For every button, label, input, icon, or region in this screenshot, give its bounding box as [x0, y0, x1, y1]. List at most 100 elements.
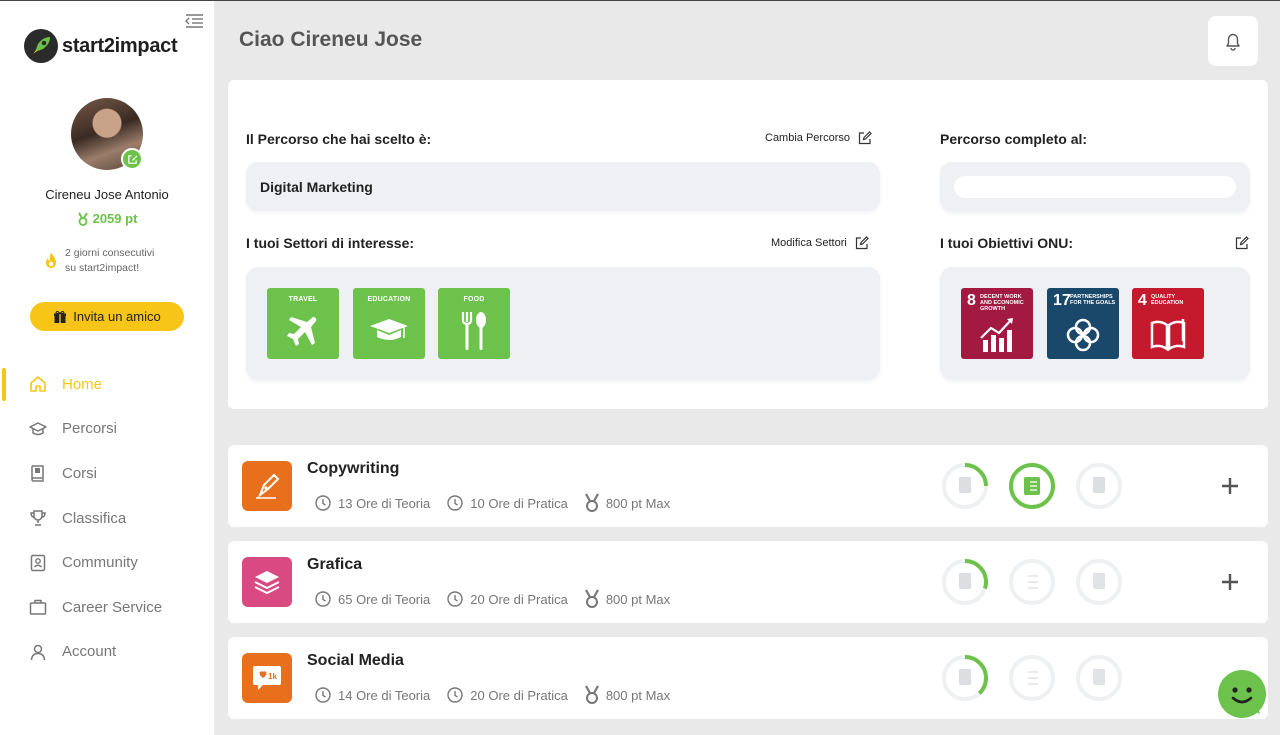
theory-hours: 13 Ore di Teoria: [338, 495, 431, 511]
mortarboard-icon: [353, 306, 425, 356]
avatar[interactable]: [71, 98, 143, 170]
nav-label-career-service: Career Service: [62, 598, 163, 616]
user-name: Cireneu Jose Antonio: [45, 187, 169, 202]
nav-label-corsi: Corsi: [62, 464, 98, 482]
expand-plus-icon[interactable]: [1218, 570, 1242, 594]
final-progress-ring: [1076, 559, 1122, 605]
nav-label-percorsi: Percorsi: [62, 420, 118, 438]
progress-box: [940, 162, 1250, 212]
theory-progress-ring: [942, 559, 988, 605]
course-title: Grafica: [307, 556, 363, 573]
page-title: Ciao Cireneu Jose: [239, 28, 423, 51]
practice-progress-ring: [1009, 655, 1055, 701]
medal-icon: [584, 589, 599, 608]
course-card-grafica[interactable]: Grafica 65 Ore di Teoria 20 Ore di Prati…: [228, 541, 1268, 623]
svg-text:1k: 1k: [268, 672, 277, 681]
sdg-number: 8: [967, 292, 976, 309]
streak-line-2: su start2impact!: [65, 262, 140, 274]
like-bubble-icon: 1k: [242, 653, 292, 703]
sector-tile-education: EDUCATION: [353, 288, 425, 359]
nav-label-classifica: Classifica: [62, 509, 127, 527]
sdg-tile-17: 17 PARTNERSHIPS FOR THE GOALS: [1047, 288, 1119, 359]
change-path-button[interactable]: Cambia Percorso: [765, 131, 872, 145]
nav-item-corsi[interactable]: Corsi: [0, 451, 214, 496]
clock-icon: [315, 591, 331, 607]
community-badge-icon: [28, 553, 48, 573]
gift-icon: [54, 310, 67, 323]
nav-item-account[interactable]: Account: [0, 630, 214, 675]
sector-tile-food: FOOD: [438, 288, 510, 359]
profile-card: Il Percorso che hai scelto è: Cambia Per…: [228, 80, 1268, 409]
edit-sectors-label: Modifica Settori: [771, 237, 847, 249]
clock-icon: [315, 687, 331, 703]
edit-icon: [1235, 236, 1249, 250]
invite-friend-button[interactable]: Invita un amico: [30, 302, 184, 331]
sectors-label: I tuoi Settori di interesse:: [246, 235, 415, 251]
notifications-button[interactable]: [1208, 16, 1258, 66]
chat-support-button[interactable]: [1218, 670, 1266, 718]
points-value: 2059 pt: [92, 211, 138, 226]
sdg-number: 17: [1053, 292, 1071, 309]
sector-label: FOOD: [463, 296, 485, 303]
sectors-box: TRAVEL EDUCATION FOOD: [246, 267, 880, 380]
streak-info: 2 giorni consecutivi su start2impact!: [43, 246, 183, 276]
max-points: 800 pt Max: [605, 687, 671, 703]
open-book-icon: [1132, 310, 1204, 360]
path-value: Digital Marketing: [260, 179, 373, 195]
logo[interactable]: start2impact: [24, 29, 178, 63]
clock-icon: [447, 495, 463, 511]
clock-icon: [447, 687, 463, 703]
theory-hours: 65 Ore di Teoria: [338, 591, 431, 607]
edit-icon: [855, 236, 869, 250]
main-nav: Home Percorsi Corsi Classifica Community…: [0, 362, 214, 674]
rocket-logo-icon: [24, 29, 58, 63]
growth-chart-icon: [961, 310, 1033, 360]
sdg-tile-4: 4 QUALITY EDUCATION: [1132, 288, 1204, 359]
medal-icon: [584, 685, 599, 704]
max-points: 800 pt Max: [605, 591, 671, 607]
user-points: 2059 pt: [0, 211, 214, 226]
graduation-cap-icon: [28, 419, 48, 439]
layers-icon: [242, 557, 292, 607]
sector-tile-travel: TRAVEL: [267, 288, 339, 359]
course-card-social-media[interactable]: 1k Social Media 14 Ore di Teoria 20 Ore …: [228, 637, 1268, 719]
sdg-text: QUALITY EDUCATION: [1151, 294, 1184, 306]
theory-hours: 14 Ore di Teoria: [338, 687, 431, 703]
edit-avatar-icon[interactable]: [121, 148, 143, 170]
nav-label-community: Community: [62, 554, 138, 572]
complete-label: Percorso completo al:: [940, 131, 1088, 147]
course-meta: 65 Ore di Teoria 20 Ore di Pratica 800 p…: [314, 589, 670, 609]
expand-plus-icon[interactable]: [1218, 474, 1242, 498]
nav-item-percorsi[interactable]: Percorsi: [0, 407, 214, 452]
nav-item-community[interactable]: Community: [0, 540, 214, 585]
nav-item-classifica[interactable]: Classifica: [0, 496, 214, 541]
logo-text: start2impact: [62, 34, 178, 57]
theory-progress-ring: [942, 655, 988, 701]
course-meta: 14 Ore di Teoria 20 Ore di Pratica 800 p…: [314, 685, 670, 705]
theory-progress-ring: [942, 463, 988, 509]
medal-icon: [77, 211, 88, 226]
nav-item-career-service[interactable]: Career Service: [0, 585, 214, 630]
home-icon: [28, 374, 48, 394]
collapse-sidebar-icon[interactable]: [184, 13, 204, 29]
user-icon: [28, 642, 48, 662]
final-progress-ring: [1076, 463, 1122, 509]
nav-label-account: Account: [62, 643, 117, 661]
course-card-copywriting[interactable]: Copywriting 13 Ore di Teoria 10 Ore di P…: [228, 445, 1268, 527]
edit-sectors-button[interactable]: Modifica Settori: [771, 236, 869, 250]
edit-icon: [858, 131, 872, 145]
nav-item-home[interactable]: Home: [0, 362, 214, 407]
course-title: Copywriting: [307, 460, 400, 477]
sector-label: EDUCATION: [367, 296, 411, 303]
invite-friend-label: Invita un amico: [73, 309, 161, 324]
sdg-text: PARTNERSHIPS FOR THE GOALS: [1070, 294, 1116, 306]
edit-goals-button[interactable]: [1235, 236, 1249, 250]
trophy-icon: [28, 508, 48, 528]
bell-icon: [1226, 33, 1240, 51]
medal-icon: [584, 493, 599, 512]
path-progress-bar: [954, 176, 1236, 198]
path-label: Il Percorso che hai scelto è:: [246, 131, 432, 147]
partnership-flower-icon: [1047, 310, 1119, 360]
airplane-icon: [267, 306, 339, 356]
practice-hours: 20 Ore di Pratica: [470, 687, 568, 703]
